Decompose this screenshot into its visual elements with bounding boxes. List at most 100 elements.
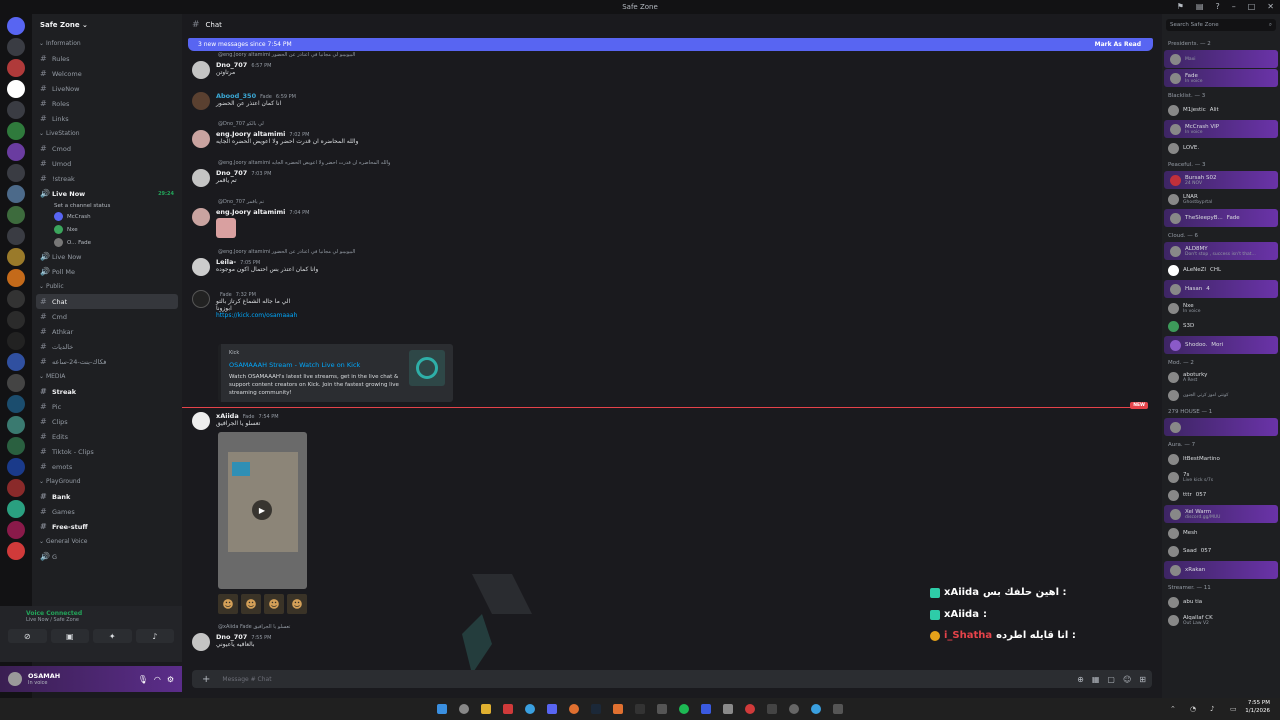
category-playground[interactable]: ⌄ PlayGround — [32, 474, 182, 489]
channel-chat[interactable]: # Chat — [36, 294, 178, 309]
server-icon[interactable] — [7, 185, 25, 203]
server-icon[interactable] — [7, 206, 25, 224]
clock[interactable]: 7:55 PM 1/1/2026 — [1245, 700, 1270, 715]
member-item[interactable]: ItBestMartino — [1162, 450, 1280, 468]
server-icon[interactable] — [7, 101, 25, 119]
voice-channel-g[interactable]: 🔊 G — [32, 549, 182, 564]
discord-icon[interactable] — [547, 704, 557, 714]
member-item[interactable]: Alqallaf CK Out Law V2 — [1162, 611, 1280, 629]
reply-preview[interactable]: @xAiida Fade تعسلو يا الجرافيق — [218, 624, 290, 630]
channel-tiktok-clips[interactable]: # Tiktok - Clips — [32, 444, 182, 459]
category-livestation[interactable]: ⌄ LiveStation — [32, 126, 182, 141]
file-explorer-icon[interactable] — [481, 704, 491, 714]
app-icon[interactable] — [811, 704, 821, 714]
channel-free-stuff[interactable]: # Free-stuff — [32, 519, 182, 534]
member-item[interactable]: S3D — [1162, 317, 1280, 335]
avatar[interactable] — [192, 130, 210, 148]
mic-icon[interactable]: 🎙 — [138, 675, 148, 684]
help-icon[interactable]: ? — [1215, 2, 1219, 11]
reply-preview[interactable]: @eng.Joory altamimi والله المحاضره ان قد… — [218, 160, 390, 166]
channel-khalidiyat[interactable]: # خالديات — [32, 339, 182, 354]
kick-link[interactable]: https://kick.com/osamaaah — [216, 312, 297, 319]
app-icon[interactable] — [503, 704, 513, 714]
member-item[interactable]: Hasan 4 — [1164, 280, 1278, 298]
message-composer[interactable]: + Message # Chat ⊕ ▦ ▢ ☺ ⊞ — [192, 670, 1152, 688]
avatar[interactable] — [192, 290, 210, 308]
app-icon[interactable] — [701, 704, 711, 714]
channel-livenow[interactable]: # LiveNow — [32, 81, 182, 96]
member-item[interactable]: كونتي اموز كرتي الجنون — [1162, 386, 1280, 404]
channel-edits[interactable]: # Edits — [32, 429, 182, 444]
app-icon[interactable] — [745, 704, 755, 714]
server-icon[interactable] — [7, 332, 25, 350]
channel-clips[interactable]: # Clips — [32, 414, 182, 429]
channel-links[interactable]: # Links — [32, 111, 182, 126]
server-icon[interactable] — [7, 143, 25, 161]
maximize-icon[interactable]: □ — [1248, 2, 1256, 11]
server-icon[interactable] — [7, 269, 25, 287]
channel-streak-cmd[interactable]: # !streak — [32, 171, 182, 186]
server-icon[interactable] — [7, 500, 25, 518]
message[interactable]: eng.Joory altamimi 7:04 PM — [192, 208, 309, 238]
message[interactable]: Dno_707 7:55 PM بالعافيه ياعيوني — [192, 633, 271, 651]
embed-thumbnail[interactable] — [409, 350, 445, 386]
search-icon[interactable] — [459, 704, 469, 714]
server-icon[interactable] — [7, 59, 25, 77]
server-name[interactable]: Safe Zone ⌄ — [32, 14, 182, 36]
message[interactable]: Abood_350 Fade 6:59 PM انا كمان اعتذر عن ال… — [192, 92, 296, 110]
server-icon[interactable] — [7, 542, 25, 560]
member-item[interactable] — [1164, 418, 1278, 436]
settings-gear-icon[interactable]: ⚙ — [167, 675, 174, 684]
play-icon[interactable]: ▶ — [252, 500, 272, 520]
message[interactable]: Dno_707 6:57 PM مرتاوتن — [192, 61, 271, 79]
member-item[interactable]: McCrash VIP In voice — [1164, 120, 1278, 138]
battery-icon[interactable]: ▭ — [1230, 705, 1240, 715]
voice-channel-live-now[interactable]: 🔊 Live Now 29:24 — [32, 186, 182, 201]
reply-preview[interactable]: @Dno_707 تم ياقمر — [218, 199, 264, 205]
inbox-icon[interactable]: ⚑ — [1177, 2, 1184, 11]
channel-athkar[interactable]: # Athkar — [32, 324, 182, 339]
server-icon[interactable] — [7, 353, 25, 371]
app-icon[interactable] — [833, 704, 843, 714]
emoji-icon[interactable]: ☻ — [218, 594, 238, 614]
member-item[interactable]: Saad 057 — [1162, 542, 1280, 560]
server-icon[interactable] — [7, 479, 25, 497]
voice-user[interactable]: O... Fade — [32, 236, 182, 249]
spotify-icon[interactable] — [679, 704, 689, 714]
member-item[interactable]: Nxe In voice — [1162, 299, 1280, 317]
new-messages-bar[interactable]: 3 new messages since 7:54 PM Mark As Read — [188, 38, 1153, 51]
chevron-up-icon[interactable]: ⌃ — [1170, 705, 1180, 715]
member-item[interactable]: Maxi — [1164, 50, 1278, 68]
voice-channel-poll-me[interactable]: 🔊 Poll Me — [32, 264, 182, 279]
activities-icon[interactable]: ✦ — [93, 629, 132, 643]
app-icon[interactable] — [569, 704, 579, 714]
member-item[interactable]: LNAR Ghostbyprtal — [1162, 190, 1280, 208]
gift-icon[interactable]: ⊕ — [1077, 675, 1084, 684]
category-general-voice[interactable]: ⌄ General Voice — [32, 534, 182, 549]
apps-icon[interactable]: ⊞ — [1139, 675, 1146, 684]
channel-pic[interactable]: # Pic — [32, 399, 182, 414]
emoji-icon[interactable]: ☻ — [264, 594, 284, 614]
avatar[interactable] — [192, 61, 210, 79]
server-icon[interactable] — [7, 227, 25, 245]
member-item[interactable]: xRakan — [1164, 561, 1278, 579]
chrome-icon[interactable] — [525, 704, 535, 714]
member-item[interactable]: Xel Warm discord.gg/MUU — [1164, 505, 1278, 523]
member-item[interactable]: Shodoo. Mori — [1164, 336, 1278, 354]
server-icon[interactable] — [7, 521, 25, 539]
close-icon[interactable]: ✕ — [1267, 2, 1274, 11]
screenshare-icon[interactable]: ▣ — [50, 629, 89, 643]
category-information[interactable]: ⌄ Information — [32, 36, 182, 51]
channel-emots[interactable]: # emots — [32, 459, 182, 474]
message[interactable]: xAiida Fade 7:54 PM تعسلو يا الجرافيق — [192, 412, 279, 430]
member-item[interactable]: LOVE. — [1162, 139, 1280, 157]
server-icon[interactable] — [7, 80, 25, 98]
message[interactable]: Dno_707 7:03 PM تم ياقمر — [192, 169, 271, 187]
server-icon[interactable] — [7, 395, 25, 413]
channel-roles[interactable]: # Roles — [32, 96, 182, 111]
channel-rules[interactable]: # Rules — [32, 51, 182, 66]
link-embed[interactable]: Kick OSAMAAAH Stream - Watch Live on Kic… — [218, 344, 453, 402]
member-item[interactable]: abu tia — [1162, 593, 1280, 611]
search-input[interactable]: Search Safe Zone ⌕ — [1166, 19, 1276, 31]
steam-icon[interactable] — [591, 704, 601, 714]
